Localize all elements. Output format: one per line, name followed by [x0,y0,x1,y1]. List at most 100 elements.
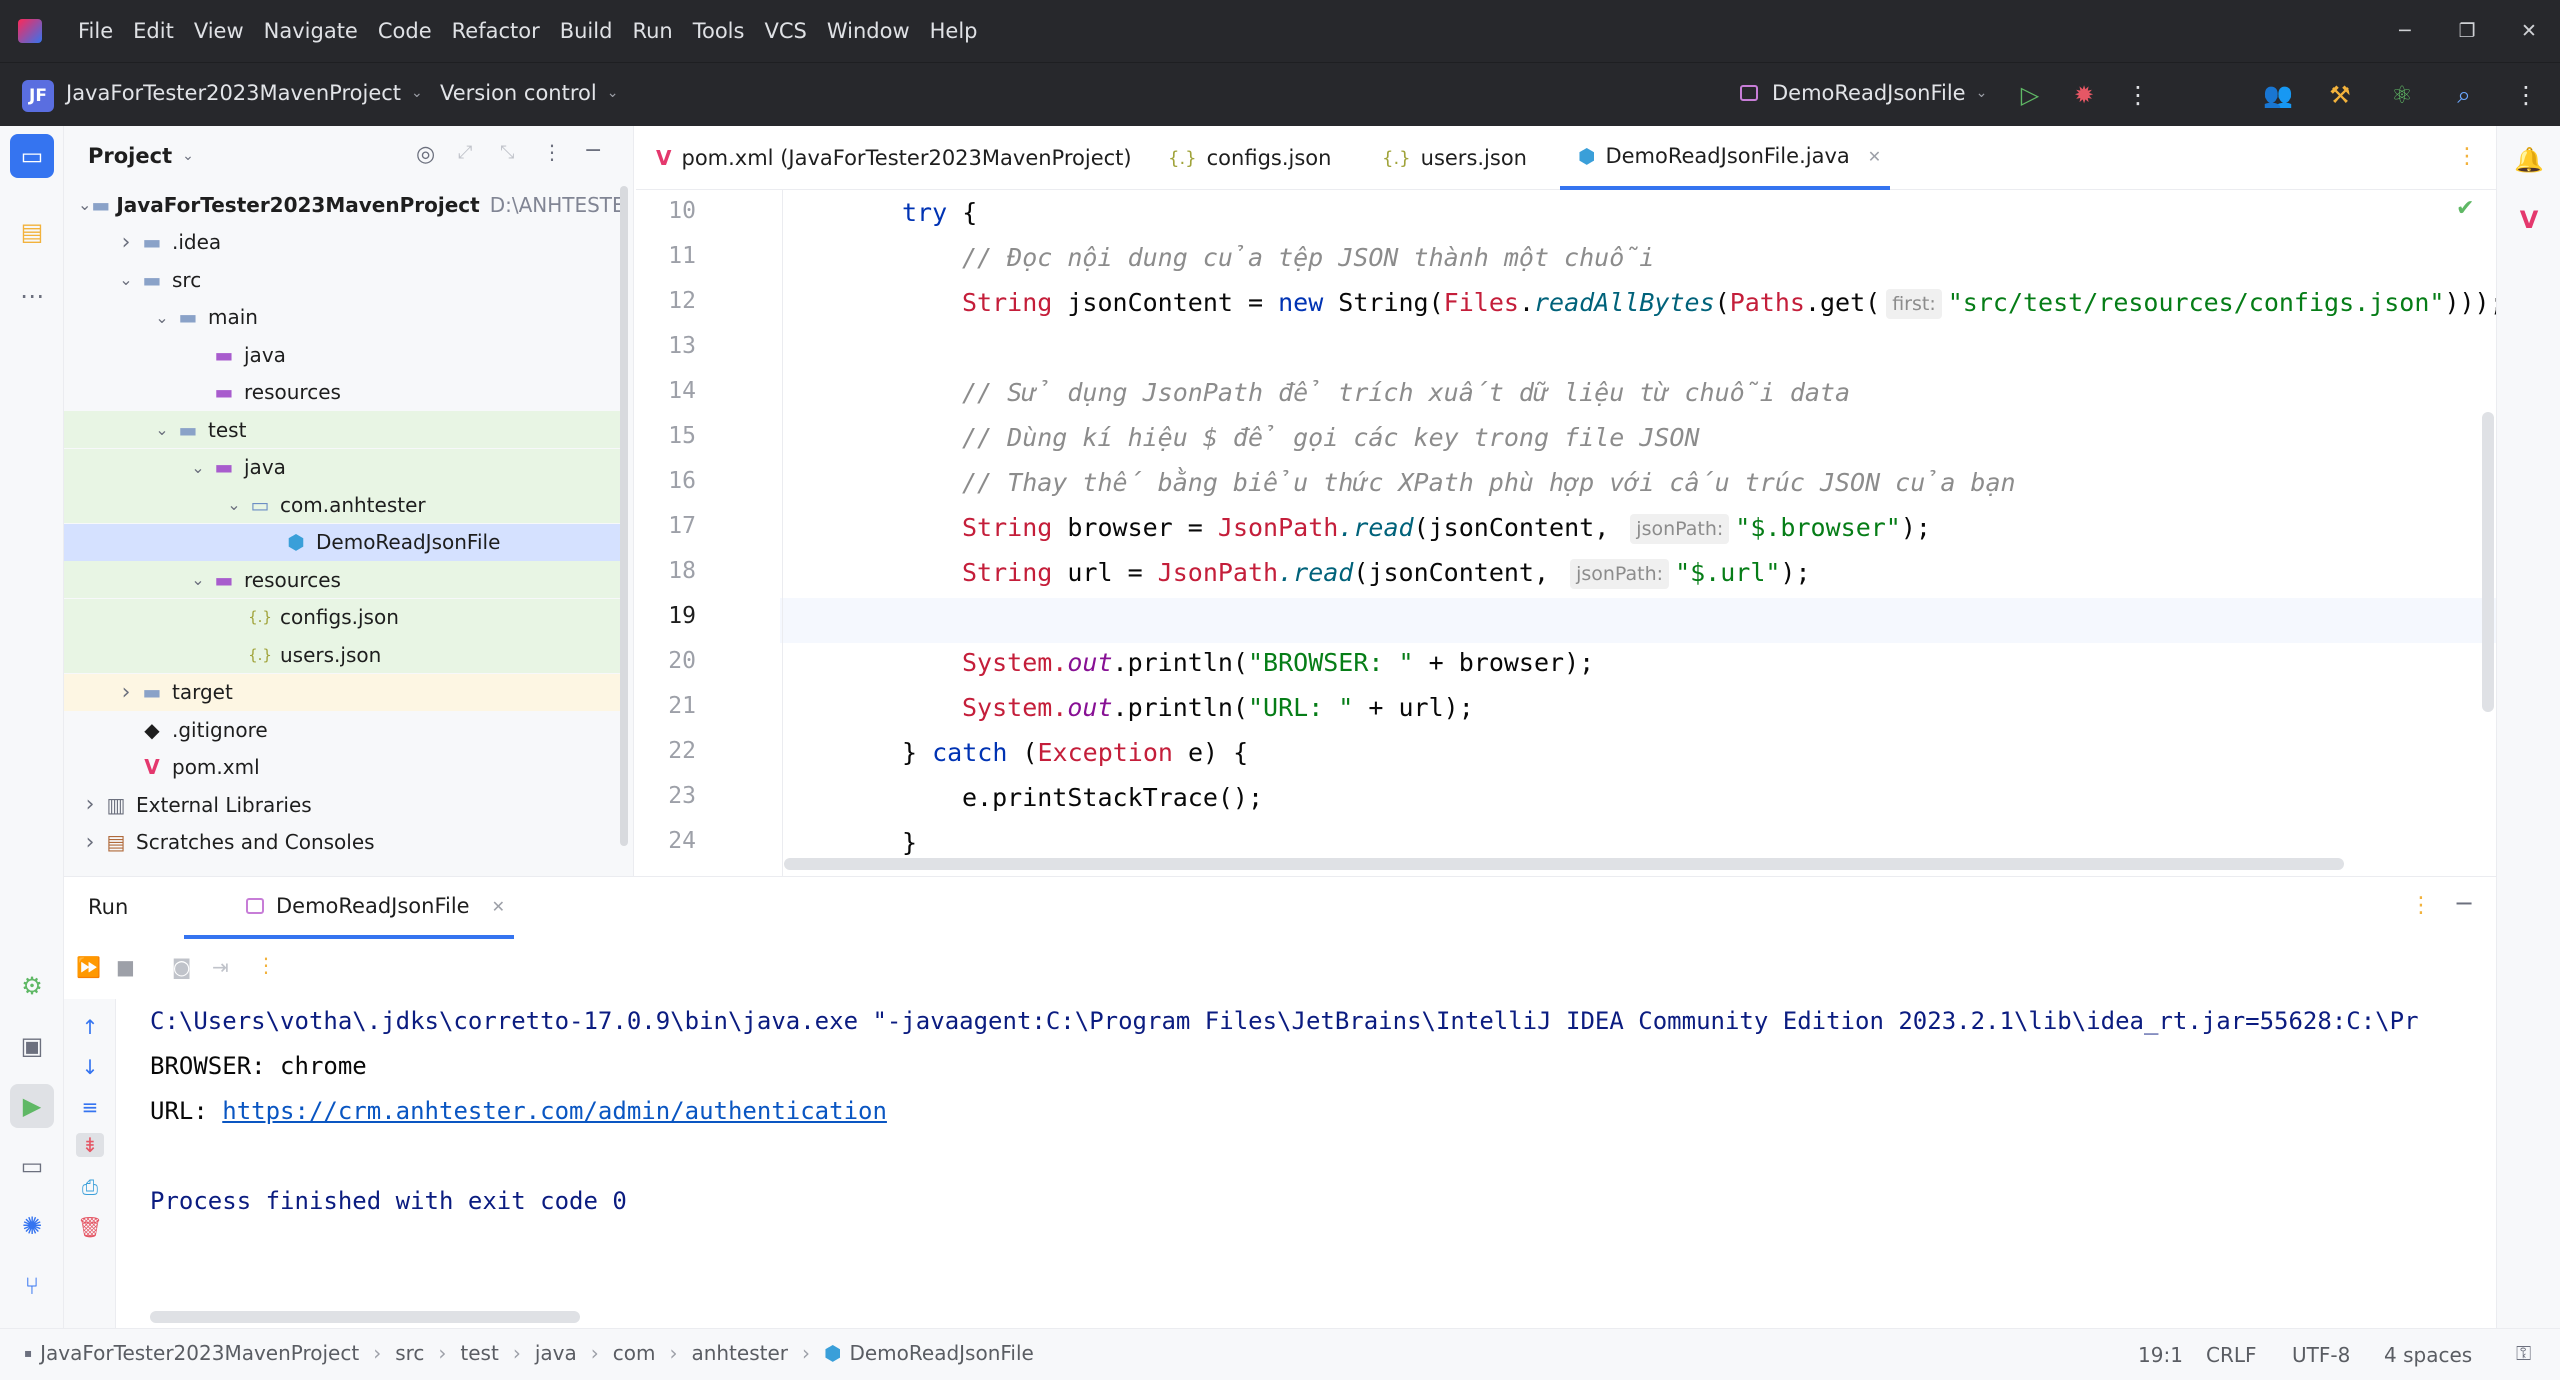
soft-wrap-icon[interactable]: ≡ [76,1095,104,1119]
line-number[interactable]: 16 [636,468,696,494]
tree-item[interactable]: ⌄ ▬ java [64,448,624,486]
breadcrumb-item[interactable]: DemoReadJsonFile [849,1341,1033,1365]
project-view-selector[interactable]: Project ⌄ [88,144,194,168]
problems-icon[interactable]: ✺ [10,1204,54,1248]
line-number[interactable]: 11 [636,243,696,269]
screenshot-icon[interactable]: ◙ [172,955,191,979]
menu-tools[interactable]: Tools [693,19,745,43]
menu-vcs[interactable]: VCS [764,19,806,43]
arrow-down-icon[interactable]: ↓ [76,1055,104,1079]
tree-item[interactable]: ⌄ ▬ test [64,411,624,448]
minimize-icon[interactable]: ─ [2374,20,2436,42]
tree-item[interactable]: ⌄ ▬ src [64,261,624,298]
chevron-down-icon[interactable]: ⌄ [150,420,174,439]
menu-code[interactable]: Code [378,19,432,43]
menu-view[interactable]: View [194,19,244,43]
hide-panel-icon[interactable]: − [584,138,602,163]
more-tools-icon[interactable]: ⋯ [10,274,54,318]
line-number[interactable]: 24 [636,828,696,854]
tree-item[interactable]: › ▬ target [64,673,624,711]
tree-item[interactable]: ⌄ ▭ com.anhtester [64,486,624,523]
chevron-right-icon[interactable]: › [114,680,138,705]
console-url-link[interactable]: https://crm.anhtester.com/admin/authenti… [222,1097,887,1125]
line-number[interactable]: 17 [636,513,696,539]
search-icon[interactable]: ⌕ [2446,77,2482,113]
notifications-icon[interactable]: 🔔 [2507,138,2551,182]
menu-window[interactable]: Window [827,19,910,43]
chevron-right-icon[interactable]: › [114,230,138,255]
run-options-icon[interactable]: ⋮ [2410,893,2432,918]
chevron-right-icon[interactable]: › [78,792,102,817]
tree-item[interactable]: {.} users.json [64,636,624,673]
tab-pom-xml[interactable]: V pom.xml (JavaForTester2023MavenProject… [656,126,1132,190]
more-actions-icon[interactable]: ⋮ [2120,77,2156,113]
line-number[interactable]: 12 [636,288,696,314]
options-icon[interactable]: ⋮ [542,140,562,164]
close-icon[interactable]: ✕ [2498,20,2560,42]
tab-options-icon[interactable]: ⋮ [2456,144,2478,169]
menu-navigate[interactable]: Navigate [264,19,358,43]
line-number[interactable]: 15 [636,423,696,449]
line-number[interactable]: 19 [636,603,696,629]
breadcrumb-item[interactable]: test [460,1341,498,1365]
menu-help[interactable]: Help [930,19,978,43]
tab-demoreadjsonfile-java[interactable]: ⬢ DemoReadJsonFile.java ✕ [1560,126,1890,190]
file-encoding[interactable]: UTF-8 [2292,1343,2350,1367]
arrow-up-icon[interactable]: ↑ [76,1015,104,1039]
console-horizontal-scrollbar[interactable] [150,1311,580,1323]
tree-item[interactable]: {.} configs.json [64,598,624,636]
menu-build[interactable]: Build [560,19,613,43]
rerun-icon[interactable]: ⏩ [76,955,101,979]
tree-item[interactable]: ▬ resources [64,374,624,411]
close-tab-icon[interactable]: ✕ [1868,147,1881,166]
code-editor[interactable]: 10 11 12 13 14 15 16 17 18 19 20 21 22 23 24 try { // … [636,190,2496,876]
editor-vertical-scrollbar[interactable] [2482,412,2494,712]
breadcrumb-item[interactable]: JavaForTester2023MavenProject [40,1341,359,1365]
tree-item[interactable]: Vpom.xml [64,749,624,786]
menu-file[interactable]: File [78,19,113,43]
exit-icon[interactable]: ⇥ [212,955,229,979]
chevron-down-icon[interactable]: ⌄ [114,270,138,289]
breadcrumb-item[interactable]: java [535,1341,577,1365]
git-branch-icon[interactable]: ⑂ [10,1264,54,1308]
stop-icon[interactable]: ■ [116,955,135,979]
run-icon[interactable]: ▷ [2012,77,2048,113]
tree-item[interactable]: › ▥ External Libraries [64,786,624,823]
run-tool-icon[interactable]: ▶ [10,1084,54,1128]
breadcrumb-item[interactable]: src [395,1341,424,1365]
tree-item[interactable]: ⌄ ▬ JavaForTester2023MavenProject D:\ANHTES… [64,186,624,223]
close-tab-icon[interactable]: ✕ [492,897,505,916]
tree-item[interactable]: ◆ .gitignore [64,711,624,748]
chevron-down-icon[interactable]: ⌄ [186,570,210,589]
menu-run[interactable]: Run [632,19,672,43]
line-number[interactable]: 13 [636,333,696,359]
code-with-me-icon[interactable]: 👥 [2260,77,2296,113]
menu-refactor[interactable]: Refactor [452,19,540,43]
line-number[interactable]: 18 [636,558,696,584]
line-number[interactable]: 21 [636,693,696,719]
tab-users-json[interactable]: {.} users.json [1382,126,1527,190]
menu-edit[interactable]: Edit [133,19,174,43]
line-number[interactable]: 14 [636,378,696,404]
tab-configs-json[interactable]: {.} configs.json [1168,126,1331,190]
restore-icon[interactable]: ❐ [2436,20,2498,42]
maven-icon[interactable]: V [2507,198,2551,242]
breadcrumb-item[interactable]: com [613,1341,656,1365]
tree-item[interactable]: ⌄ ▬ main [64,299,624,336]
breadcrumb-item[interactable]: anhtester [691,1341,788,1365]
run-tab-demoreadjsonfile[interactable]: DemoReadJsonFile ✕ [184,877,514,939]
no-problems-check-icon[interactable]: ✔ [2456,196,2474,221]
tree-item[interactable]: › ▤ Scratches and Consoles [64,824,624,861]
expand-all-icon[interactable]: ⤢ [458,142,472,163]
chevron-right-icon[interactable]: › [78,830,102,855]
tree-item[interactable]: › ▬ .idea [64,224,624,261]
scroll-to-end-icon[interactable]: ⇟ [76,1133,104,1157]
clear-console-icon[interactable]: 🗑 [76,1215,104,1239]
build-tools-icon[interactable]: ⚒ [2322,77,2358,113]
print-icon[interactable]: ⎙ [76,1175,104,1199]
line-number[interactable]: 10 [636,198,696,224]
tree-item[interactable]: ▬ java [64,336,624,373]
ai-assistant-icon[interactable]: ⚛ [2384,77,2420,113]
project-badge[interactable]: JF [22,80,54,112]
more-icon[interactable]: ⋮ [256,953,276,977]
